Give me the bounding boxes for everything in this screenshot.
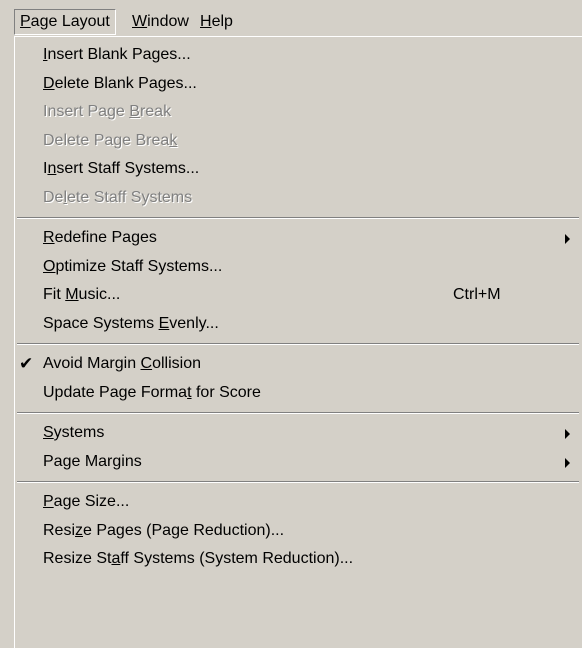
menubar-help[interactable]: Help	[194, 9, 239, 35]
menu-item-label: Update Page Format for Score	[43, 383, 261, 401]
menu-item-systems[interactable]: Systems	[15, 419, 582, 447]
menubar-window-label: Window	[132, 13, 189, 30]
menu-item-shortcut: Ctrl+M	[453, 286, 501, 303]
menu-item-label: Delete Blank Pages...	[43, 74, 197, 92]
menu-item-resize-staff-systems-system-reduction[interactable]: Resize Staff Systems (System Reduction).…	[15, 545, 582, 573]
menu-item-avoid-margin-collision[interactable]: ✔ Avoid Margin Collision	[15, 350, 582, 378]
menu-item-insert-staff-systems[interactable]: Insert Staff Systems...	[15, 155, 582, 183]
page-layout-menu: Insert Blank Pages... Delete Blank Pages.…	[14, 36, 582, 648]
menu-item-label: Delete Page Break	[43, 131, 178, 149]
menu-item-fit-music[interactable]: Fit Music... Ctrl+M	[15, 281, 582, 309]
submenu-arrow-icon	[565, 234, 570, 244]
menu-item-label: Systems	[43, 424, 105, 441]
menu-item-insert-blank-pages[interactable]: Insert Blank Pages...	[15, 41, 582, 69]
menu-item-label: Optimize Staff Systems...	[43, 257, 223, 275]
menu-item-delete-staff-systems[interactable]: Delete Staff Systems	[15, 184, 582, 212]
menu-item-insert-page-break[interactable]: Insert Page Break	[15, 98, 582, 126]
menubar-page-layout-label: Page Layout	[20, 13, 110, 30]
menu-item-delete-page-break[interactable]: Delete Page Break	[15, 127, 582, 155]
menu-item-page-size[interactable]: Page Size...	[15, 488, 582, 516]
menu-item-label: Avoid Margin Collision	[43, 355, 202, 372]
menu-item-label: Redefine Pages	[43, 229, 157, 246]
menu-item-page-margins[interactable]: Page Margins	[15, 448, 582, 476]
menu-item-delete-blank-pages[interactable]: Delete Blank Pages...	[15, 70, 582, 98]
menu-item-label: Page Size...	[43, 493, 130, 510]
menu-item-redefine-pages[interactable]: Redefine Pages	[15, 224, 582, 252]
menubar-page-layout[interactable]: Page Layout	[14, 9, 116, 35]
submenu-arrow-icon	[565, 429, 570, 439]
menu-item-resize-pages-page-reduction[interactable]: Resize Pages (Page Reduction)...	[15, 517, 582, 545]
menu-item-label: Insert Page Break	[43, 103, 172, 120]
menu-item-label: Insert Staff Systems...	[43, 160, 200, 177]
menubar-help-label: Help	[200, 13, 233, 30]
menu-item-label: Page Margins	[43, 452, 142, 470]
menu-item-label: Fit Music...	[43, 286, 121, 303]
menu-bar: Page Layout Window Help	[0, 0, 582, 36]
menu-item-label: Space Systems Evenly...	[43, 314, 219, 332]
menu-separator	[17, 343, 579, 345]
check-icon: ✔	[19, 354, 34, 373]
menu-item-label: Resize Staff Systems (System Reduction).…	[43, 550, 354, 567]
menu-item-space-systems-evenly[interactable]: Space Systems Evenly...	[15, 310, 582, 338]
menubar-window[interactable]: Window	[126, 9, 195, 35]
menu-item-label: Delete Staff Systems	[43, 188, 193, 206]
menu-separator	[17, 481, 579, 483]
menu-item-label: Resize Pages (Page Reduction)...	[43, 521, 285, 539]
submenu-arrow-icon	[565, 457, 570, 468]
menu-item-optimize-staff-systems[interactable]: Optimize Staff Systems...	[15, 253, 582, 281]
menu-item-update-page-format-for-score[interactable]: Update Page Format for Score	[15, 379, 582, 407]
menu-separator	[17, 217, 579, 219]
menu-separator	[17, 412, 579, 414]
menu-item-label: Insert Blank Pages...	[43, 46, 191, 63]
